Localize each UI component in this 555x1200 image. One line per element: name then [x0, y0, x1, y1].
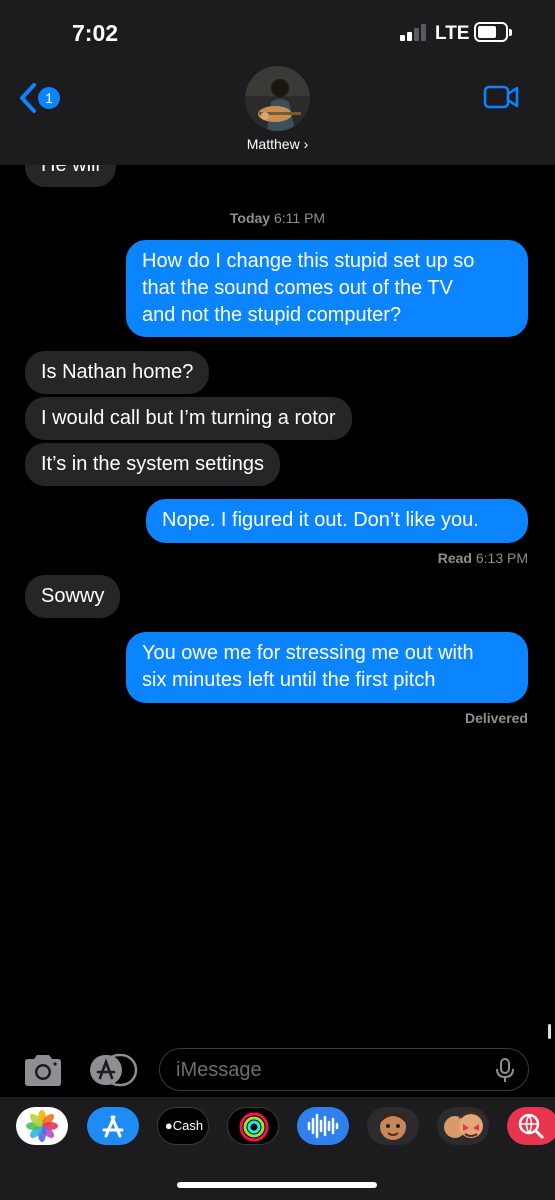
message-bubble-incoming[interactable]: Is Nathan home?: [25, 351, 210, 394]
contact-name[interactable]: Matthew ›: [0, 136, 555, 152]
message-bubble-outgoing[interactable]: How do I change this stupid set up so th…: [126, 240, 528, 337]
unread-badge: 1: [38, 87, 60, 109]
message-bubble-incoming[interactable]: It’s in the system settings: [25, 443, 281, 486]
microphone-icon[interactable]: [494, 1057, 516, 1083]
app-store-icon[interactable]: [87, 1107, 139, 1145]
scroll-indicator[interactable]: [548, 1024, 551, 1039]
timestamp-header: Today 6:11 PM: [229, 210, 326, 226]
conversation[interactable]: He will Today 6:11 PM How do I change th…: [0, 165, 555, 1045]
memoji-icon[interactable]: [367, 1107, 419, 1145]
message-field[interactable]: [159, 1048, 529, 1091]
photos-app-icon[interactable]: [16, 1107, 68, 1145]
apple-cash-icon[interactable]: ●Cash: [157, 1107, 209, 1145]
message-bubble-incoming[interactable]: I would call but I’m turning a rotor: [25, 397, 352, 440]
camera-icon: [25, 1055, 61, 1086]
activity-icon[interactable]: [227, 1107, 279, 1145]
home-indicator[interactable]: [177, 1182, 377, 1188]
avatar[interactable]: [245, 66, 310, 131]
message-bubble-partial: He will: [25, 165, 116, 187]
signal-icon: [400, 23, 428, 41]
app-store-icon: [90, 1053, 138, 1087]
message-input[interactable]: [176, 1057, 476, 1083]
delivered-receipt: Delivered: [464, 710, 528, 726]
app-store-button[interactable]: [88, 1052, 138, 1088]
message-bubble-outgoing[interactable]: You owe me for stressing me out with six…: [126, 632, 528, 703]
battery-nub: [509, 29, 512, 36]
network-label: LTE: [435, 23, 470, 44]
apple-cash-label: Cash: [172, 1118, 204, 1133]
back-button[interactable]: 1: [18, 82, 68, 114]
camera-button[interactable]: [22, 1052, 64, 1088]
video-camera-icon: [483, 85, 519, 109]
status-time: 7:02: [72, 20, 119, 46]
video-call-button[interactable]: [483, 84, 519, 110]
message-bubble-incoming[interactable]: Sowwy: [25, 575, 121, 618]
header: 7:02 LTE 1 Matthew ›: [0, 0, 555, 165]
web-images-icon[interactable]: [507, 1107, 555, 1145]
message-bubble-outgoing[interactable]: Nope. I figured it out. Don’t like you.: [146, 499, 528, 543]
battery-icon: [474, 22, 508, 42]
memoji-stickers-icon[interactable]: [437, 1107, 489, 1145]
chevron-left-icon: [20, 83, 36, 113]
read-receipt: Read 6:13 PM: [437, 550, 528, 566]
apple-logo-icon: ●: [164, 1118, 173, 1133]
audio-message-icon[interactable]: [297, 1107, 349, 1145]
